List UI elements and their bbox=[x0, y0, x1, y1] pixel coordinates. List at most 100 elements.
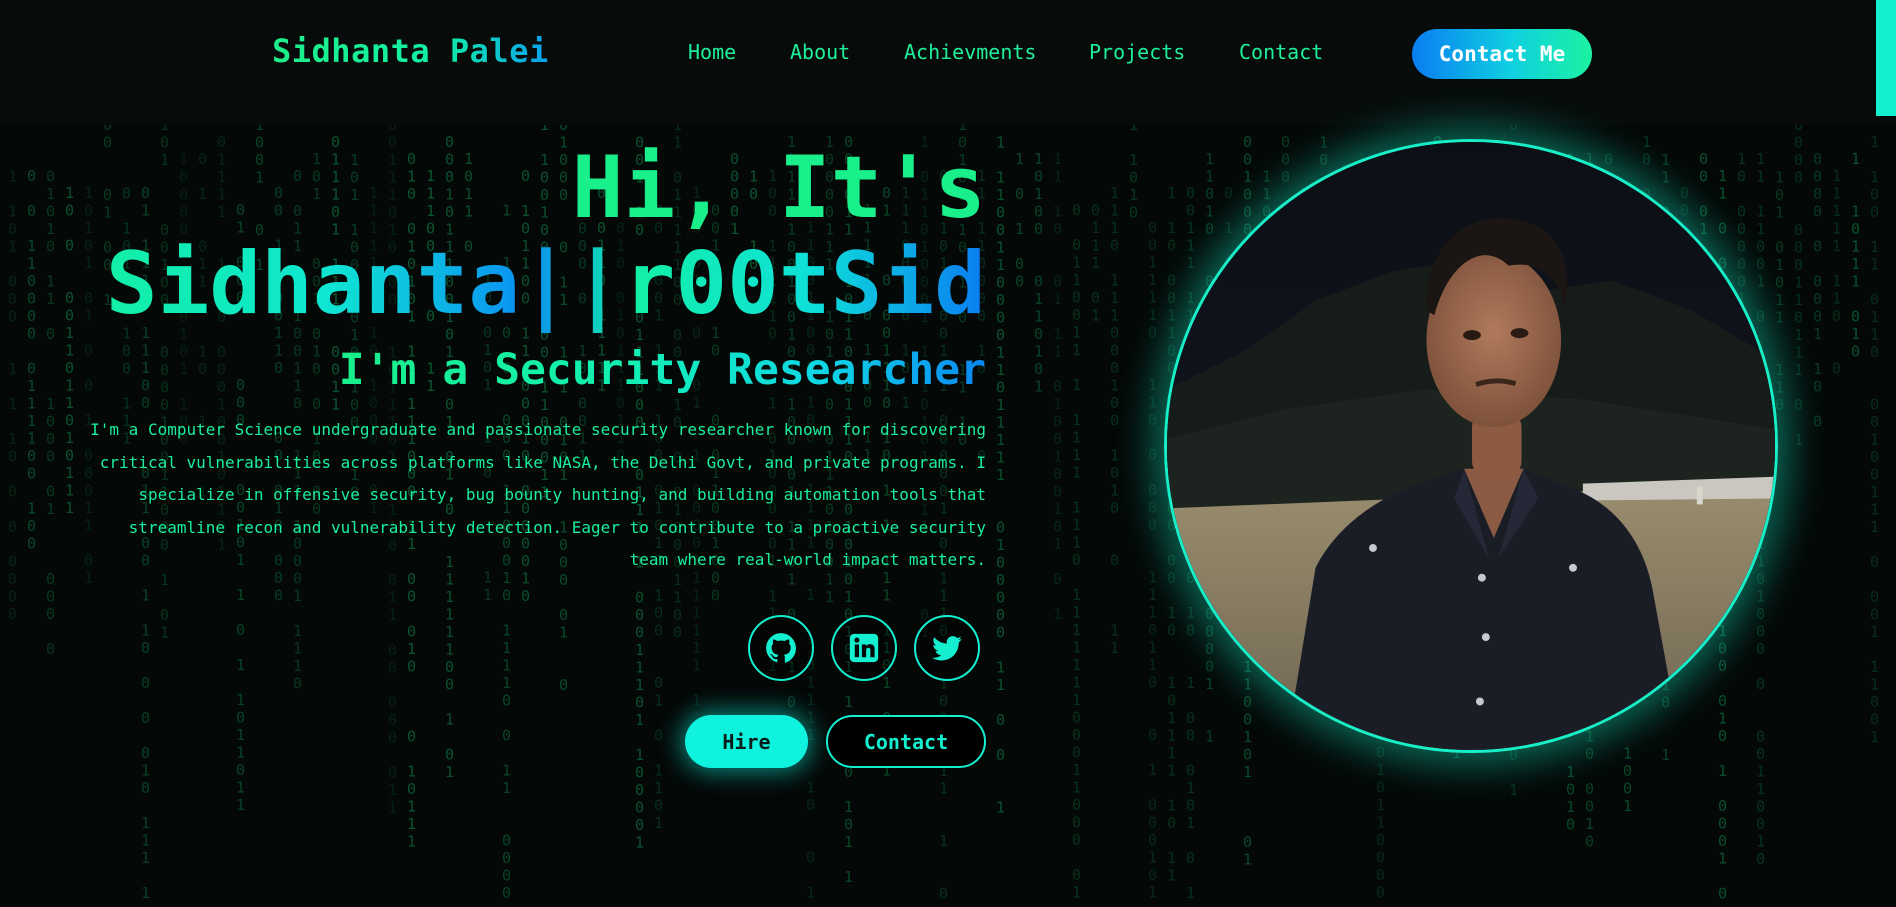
matrix-digit: 1 bbox=[27, 377, 36, 395]
matrix-digit: 0 bbox=[1870, 588, 1879, 606]
matrix-digit: 1 bbox=[825, 588, 834, 606]
matrix-digit: 1 bbox=[1737, 150, 1746, 168]
matrix-digit: 1 bbox=[445, 623, 454, 641]
matrix-digit: 1 bbox=[1699, 220, 1708, 238]
matrix-digit: 0 bbox=[502, 884, 511, 902]
matrix-digit: 1 bbox=[1072, 376, 1081, 394]
matrix-digit: 1 bbox=[1870, 658, 1879, 676]
scrollbar-thumb[interactable] bbox=[1876, 0, 1896, 116]
matrix-digit: 1 bbox=[1053, 343, 1062, 361]
matrix-digit: 0 bbox=[1376, 849, 1385, 867]
hire-button[interactable]: Hire bbox=[685, 715, 808, 768]
matrix-digit: 1 bbox=[1110, 219, 1119, 237]
matrix-digit: 1 bbox=[1205, 675, 1214, 693]
matrix-digit: 0 bbox=[1699, 168, 1708, 186]
matrix-digit: 1 bbox=[1072, 656, 1081, 674]
matrix-digit: 1 bbox=[1870, 483, 1879, 501]
matrix-digit: 0 bbox=[27, 360, 36, 378]
matrix-digit: 0 bbox=[1072, 289, 1081, 307]
matrix-digit: 1 bbox=[1110, 447, 1119, 465]
matrix-digit: 1 bbox=[1053, 500, 1062, 518]
matrix-digit: 0 bbox=[1775, 274, 1784, 292]
matrix-digit: 0 bbox=[1756, 570, 1765, 588]
matrix-digit: 0 bbox=[1072, 201, 1081, 219]
matrix-digit: 1 bbox=[236, 744, 245, 762]
matrix-digit: 0 bbox=[1091, 202, 1100, 220]
nav-about[interactable]: About bbox=[790, 40, 850, 64]
matrix-digit: 0 bbox=[1167, 814, 1176, 832]
matrix-digit: 0 bbox=[996, 554, 1005, 572]
matrix-digit: 0 bbox=[8, 570, 17, 588]
contact-me-button[interactable]: Contact Me bbox=[1412, 29, 1592, 79]
matrix-digit: 0 bbox=[1376, 744, 1385, 762]
nav-contact[interactable]: Contact bbox=[1239, 40, 1323, 64]
matrix-digit: 0 bbox=[1775, 239, 1784, 257]
matrix-digit: 0 bbox=[635, 589, 644, 607]
linkedin-link[interactable] bbox=[831, 615, 897, 681]
matrix-digit: 1 bbox=[236, 691, 245, 709]
matrix-digit: 1 bbox=[1794, 431, 1803, 449]
matrix-digit: 1 bbox=[806, 674, 815, 692]
matrix-digit: 0 bbox=[1072, 831, 1081, 849]
matrix-digit: 0 bbox=[1680, 184, 1689, 202]
matrix-digit: 1 bbox=[141, 849, 150, 867]
matrix-digit: 0 bbox=[1110, 552, 1119, 570]
matrix-digit: 1 bbox=[1034, 343, 1043, 361]
matrix-digit: 0 bbox=[1110, 342, 1119, 360]
matrix-digit: 0 bbox=[1756, 675, 1765, 693]
matrix-digit: 1 bbox=[1775, 204, 1784, 222]
matrix-digit: 1 bbox=[1110, 202, 1119, 220]
matrix-digit: 1 bbox=[1148, 376, 1157, 394]
site-logo[interactable]: Sidhanta Palei bbox=[272, 32, 549, 70]
matrix-digit: 0 bbox=[996, 309, 1005, 327]
matrix-digit: 0 bbox=[1243, 186, 1252, 204]
twitter-link[interactable] bbox=[914, 615, 980, 681]
matrix-digit: 1 bbox=[27, 412, 36, 430]
contact-button[interactable]: Contact bbox=[826, 715, 986, 768]
github-link[interactable] bbox=[748, 615, 814, 681]
matrix-digit: 0 bbox=[407, 780, 416, 798]
matrix-digit: 0 bbox=[1756, 728, 1765, 746]
matrix-digit: 1 bbox=[1034, 150, 1043, 168]
matrix-digit: 0 bbox=[388, 764, 397, 782]
matrix-digit: 1 bbox=[8, 168, 17, 186]
matrix-digit: 1 bbox=[1186, 779, 1195, 797]
nav-achievements[interactable]: Achievments bbox=[904, 40, 1036, 64]
matrix-digit: 0 bbox=[1319, 151, 1328, 169]
matrix-digit: 0 bbox=[996, 746, 1005, 764]
matrix-digit: 1 bbox=[27, 395, 36, 413]
matrix-digit: 0 bbox=[27, 272, 36, 290]
matrix-digit: 0 bbox=[1775, 396, 1784, 414]
matrix-digit: 0 bbox=[1737, 220, 1746, 238]
matrix-digit: 0 bbox=[1167, 552, 1176, 570]
matrix-digit: 0 bbox=[1813, 185, 1822, 203]
matrix-digit: 0 bbox=[1205, 623, 1214, 641]
matrix-digit: 0 bbox=[1148, 324, 1157, 342]
nav-home[interactable]: Home bbox=[688, 40, 736, 64]
matrix-digit: 1 bbox=[1091, 254, 1100, 272]
matrix-digit: 0 bbox=[1623, 780, 1632, 798]
matrix-digit: 0 bbox=[1186, 202, 1195, 220]
matrix-digit: 1 bbox=[1110, 377, 1119, 395]
matrix-digit: 1 bbox=[1832, 237, 1841, 255]
matrix-digit: 0 bbox=[1148, 831, 1157, 849]
matrix-digit: 0 bbox=[1756, 308, 1765, 326]
matrix-digit: 1 bbox=[1851, 273, 1860, 291]
matrix-digit: 0 bbox=[1224, 184, 1233, 202]
matrix-digit: 1 bbox=[1870, 238, 1879, 256]
matrix-digit: 0 bbox=[1148, 866, 1157, 884]
matrix-digit: 0 bbox=[806, 849, 815, 867]
matrix-digit: 1 bbox=[445, 606, 454, 624]
matrix-digit: 1 bbox=[1870, 501, 1879, 519]
nav-projects[interactable]: Projects bbox=[1089, 40, 1185, 64]
top-navbar: Sidhanta Palei Home About Achievments Pr… bbox=[0, 0, 1896, 125]
matrix-digit: 1 bbox=[502, 779, 511, 797]
matrix-digit: 0 bbox=[1072, 236, 1081, 254]
matrix-digit: 1 bbox=[1015, 220, 1024, 238]
matrix-digit: 0 bbox=[1148, 219, 1157, 237]
matrix-digit: 0 bbox=[635, 816, 644, 834]
matrix-digit: 1 bbox=[1072, 324, 1081, 342]
matrix-digit: 1 bbox=[1148, 569, 1157, 587]
matrix-digit: 0 bbox=[8, 483, 17, 501]
matrix-digit: 0 bbox=[996, 204, 1005, 222]
